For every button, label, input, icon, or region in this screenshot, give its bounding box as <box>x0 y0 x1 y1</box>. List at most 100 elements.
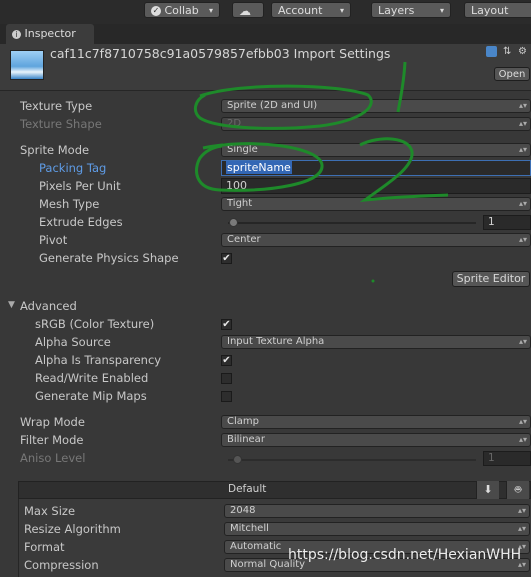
sprite-mode-dropdown[interactable]: Single ▴▾ <box>221 143 531 157</box>
aniso-level-label: Aniso Level <box>20 451 86 465</box>
aniso-level-slider-handle <box>233 455 242 464</box>
pixels-per-unit-label: Pixels Per Unit <box>39 179 121 193</box>
srgb-label: sRGB (Color Texture) <box>35 317 155 331</box>
gear-icon[interactable]: ⚙ <box>518 46 529 57</box>
packing-tag-input[interactable]: spriteName <box>221 160 531 176</box>
pivot-dropdown[interactable]: Center ▴▾ <box>221 233 531 247</box>
mip-maps-label: Generate Mip Maps <box>35 389 147 403</box>
annotation-dot <box>371 279 375 283</box>
chevron-updown-icon: ▴▾ <box>517 524 526 533</box>
alpha-source-value: Input Texture Alpha <box>227 336 325 347</box>
open-button[interactable]: Open <box>494 67 530 81</box>
wrap-mode-label: Wrap Mode <box>20 415 85 429</box>
sprite-mode-value: Single <box>227 144 258 155</box>
cloud-icon: ☁ <box>239 4 251 18</box>
texture-type-dropdown[interactable]: Sprite (2D and UI) ▴▾ <box>221 99 531 113</box>
pivot-label: Pivot <box>39 233 68 247</box>
asset-title: caf11c7f8710758c91a0579857efbb03 Import … <box>50 46 391 61</box>
chevron-updown-icon: ▴▾ <box>518 101 527 110</box>
chevron-down-icon: ▾ <box>439 6 444 15</box>
mesh-type-label: Mesh Type <box>39 197 100 211</box>
chevron-updown-icon: ▴▾ <box>518 435 527 444</box>
chevron-updown-icon: ▴▾ <box>517 506 526 515</box>
sprite-editor-button[interactable]: Sprite Editor <box>452 271 530 287</box>
extrude-edges-input[interactable]: 1 <box>483 215 531 230</box>
check-circle-icon: ✓ <box>151 6 161 16</box>
layers-label: Layers <box>378 4 415 17</box>
texture-shape-value: 2D <box>227 118 242 129</box>
max-size-value: 2048 <box>230 505 256 516</box>
platform-default-tab[interactable]: Default <box>228 483 266 495</box>
cloud-button[interactable]: ☁ <box>232 2 264 18</box>
chevron-updown-icon: ▴▾ <box>518 145 527 154</box>
compression-label: Compression <box>24 558 99 572</box>
texture-type-value: Sprite (2D and UI) <box>227 100 318 111</box>
extrude-edges-slider[interactable] <box>228 222 476 224</box>
download-icon[interactable]: ⬇ <box>476 481 499 499</box>
aniso-level-input: 1 <box>483 451 531 466</box>
platform-tab-bar <box>18 481 531 499</box>
wrap-mode-value: Clamp <box>227 416 259 427</box>
alpha-source-dropdown[interactable]: Input Texture Alpha ▴▾ <box>221 335 531 349</box>
collab-button[interactable]: ✓ Collab ▾ <box>144 2 220 18</box>
pixels-per-unit-value: 100 <box>226 179 247 192</box>
format-label: Format <box>24 540 65 554</box>
chevron-down-icon: ▾ <box>339 6 344 15</box>
wrap-mode-dropdown[interactable]: Clamp ▴▾ <box>221 415 531 429</box>
foldout-arrow-icon[interactable]: ▼ <box>8 300 15 310</box>
chevron-updown-icon: ▴▾ <box>518 417 527 426</box>
extrude-edges-label: Extrude Edges <box>39 215 123 229</box>
chevron-down-icon: ▾ <box>208 6 213 15</box>
filter-mode-dropdown[interactable]: Bilinear ▴▾ <box>221 433 531 447</box>
account-label: Account <box>278 4 323 17</box>
chevron-updown-icon: ▴▾ <box>518 199 527 208</box>
pixels-per-unit-input[interactable]: 100 <box>221 178 531 194</box>
read-write-checkbox[interactable] <box>221 373 232 384</box>
settings-icon[interactable]: ⇅ <box>503 46 514 57</box>
mesh-type-dropdown[interactable]: Tight ▴▾ <box>221 197 531 211</box>
chevron-updown-icon: ▴▾ <box>518 235 527 244</box>
watermark-text: https://blog.csdn.net/HexianWHH <box>288 547 522 563</box>
packing-tag-label: Packing Tag <box>39 161 107 175</box>
tab-label: Inspector <box>24 27 76 40</box>
collab-label: Collab <box>164 4 199 17</box>
pivot-value: Center <box>227 234 261 245</box>
alpha-source-label: Alpha Source <box>35 335 111 349</box>
extrude-edges-slider-handle[interactable] <box>229 218 238 227</box>
alpha-transparency-checkbox[interactable]: ✔ <box>221 355 232 366</box>
aniso-level-slider <box>228 459 476 461</box>
layout-label: Layout <box>471 4 509 17</box>
max-size-label: Max Size <box>24 504 76 518</box>
filter-mode-label: Filter Mode <box>20 433 84 447</box>
generate-physics-shape-checkbox[interactable]: ✔ <box>221 253 232 264</box>
texture-type-label: Texture Type <box>20 99 93 113</box>
filter-mode-value: Bilinear <box>227 434 265 445</box>
format-value: Automatic <box>230 541 282 552</box>
texture-thumbnail <box>10 50 44 80</box>
texture-shape-dropdown: 2D ▴▾ <box>221 117 531 131</box>
tab-inspector[interactable]: i Inspector <box>6 24 94 44</box>
read-write-label: Read/Write Enabled <box>35 371 149 385</box>
alpha-transparency-label: Alpha Is Transparency <box>35 353 162 367</box>
info-icon: i <box>12 30 21 39</box>
packing-tag-value: spriteName <box>226 161 292 174</box>
android-icon[interactable]: 🤖︎ <box>506 481 529 499</box>
srgb-checkbox[interactable]: ✔ <box>221 319 232 330</box>
aniso-level-value: 1 <box>488 452 495 464</box>
mip-maps-checkbox[interactable] <box>221 391 232 402</box>
chevron-updown-icon: ▴▾ <box>518 119 527 128</box>
resize-algorithm-dropdown[interactable]: Mitchell ▴▾ <box>224 522 530 536</box>
resize-algorithm-label: Resize Algorithm <box>24 522 121 536</box>
account-button[interactable]: Account ▾ <box>271 2 351 18</box>
generate-physics-shape-label: Generate Physics Shape <box>39 251 179 265</box>
resize-algorithm-value: Mitchell <box>230 523 269 534</box>
extrude-edges-value: 1 <box>488 216 495 228</box>
layers-button[interactable]: Layers ▾ <box>371 2 451 18</box>
layout-button[interactable]: Layout <box>464 2 531 18</box>
sprite-mode-label: Sprite Mode <box>20 143 90 157</box>
top-toolbar <box>0 0 531 25</box>
advanced-foldout-label[interactable]: Advanced <box>20 298 77 314</box>
help-icon[interactable] <box>486 46 497 57</box>
max-size-dropdown[interactable]: 2048 ▴▾ <box>224 504 530 518</box>
mesh-type-value: Tight <box>227 198 253 209</box>
